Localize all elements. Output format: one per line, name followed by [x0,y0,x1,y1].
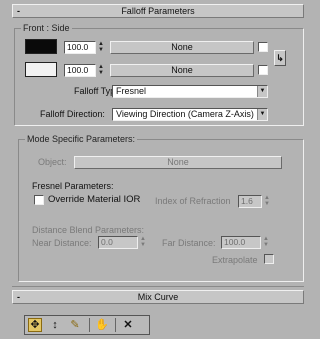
map2-enable-checkbox[interactable] [258,65,268,75]
override-ior-checkbox[interactable] [34,195,44,205]
move-icon[interactable]: ✥ [28,318,42,332]
map1-button[interactable]: None [110,41,254,54]
mix-curve-toolbar: ✥ ↕ ✎ ✋ ✕ [24,315,150,335]
toolbar-separator [89,318,90,332]
delete-icon[interactable]: ✕ [121,318,135,332]
swap-colors-button[interactable]: ↳ [274,50,286,66]
fresnel-parameters-label: Fresnel Parameters: [32,181,114,191]
rollout-collapse-sign: - [17,292,20,302]
override-ior-label: Override Material IOR [48,194,141,205]
amount2-spinner[interactable]: 100.0 [64,64,96,77]
distance-blend-label: Distance Blend Parameters: [32,225,145,235]
color2-swatch[interactable] [25,62,57,77]
falloff-direction-dropdown[interactable]: Viewing Direction (Camera Z-Axis) ▼ [112,108,268,121]
insert-point-icon[interactable]: ✎ [68,318,82,332]
ior-label: Index of Refraction [155,196,231,206]
near-distance-spinner-arrows[interactable]: ▲ ▼ [139,236,147,249]
front-side-group-title: Front : Side [21,23,72,34]
far-distance-spinner[interactable]: 100.0 [221,236,261,249]
extrapolate-label: Extrapolate [212,255,258,265]
far-distance-label: Far Distance: [162,238,216,248]
extrapolate-checkbox[interactable] [264,254,274,264]
chevron-down-icon: ▼ [257,86,267,97]
falloff-parameters-rollout-header[interactable]: - Falloff Parameters [12,4,304,18]
ior-spinner-arrows[interactable]: ▲ ▼ [263,195,271,208]
near-distance-label: Near Distance: [32,238,92,248]
rollout-collapse-sign: - [17,6,20,16]
chevron-down-icon: ▼ [257,109,267,120]
falloff-type-dropdown[interactable]: Fresnel ▼ [112,85,268,98]
swap-arrow-icon: ↳ [276,53,284,63]
rollout-title: Falloff Parameters [121,6,195,16]
object-pick-button[interactable]: None [74,156,282,169]
amount2-spinner-arrows[interactable]: ▲ ▼ [97,64,105,77]
rollout-title: Mix Curve [137,292,179,302]
scale-icon[interactable]: ↕ [48,318,62,332]
falloff-type-value: Fresnel [116,86,147,96]
amount1-spinner[interactable]: 100.0 [64,41,96,54]
falloff-direction-label: Falloff Direction: [40,109,105,119]
map1-enable-checkbox[interactable] [258,42,268,52]
falloff-direction-value: Viewing Direction (Camera Z-Axis) [116,109,254,119]
mix-curve-rollout-header[interactable]: - Mix Curve [12,290,304,304]
rollout-divider [12,286,304,287]
color1-swatch[interactable] [25,39,57,54]
far-distance-spinner-arrows[interactable]: ▲ ▼ [262,236,270,249]
mode-specific-group-title: Mode Specific Parameters: [25,134,138,145]
map2-button[interactable]: None [110,64,254,77]
ior-spinner[interactable]: 1.6 [238,195,262,208]
pan-hand-icon[interactable]: ✋ [95,318,109,332]
toolbar-separator [115,318,116,332]
amount1-spinner-arrows[interactable]: ▲ ▼ [97,41,105,54]
object-label: Object: [38,157,67,167]
near-distance-spinner[interactable]: 0.0 [98,236,138,249]
